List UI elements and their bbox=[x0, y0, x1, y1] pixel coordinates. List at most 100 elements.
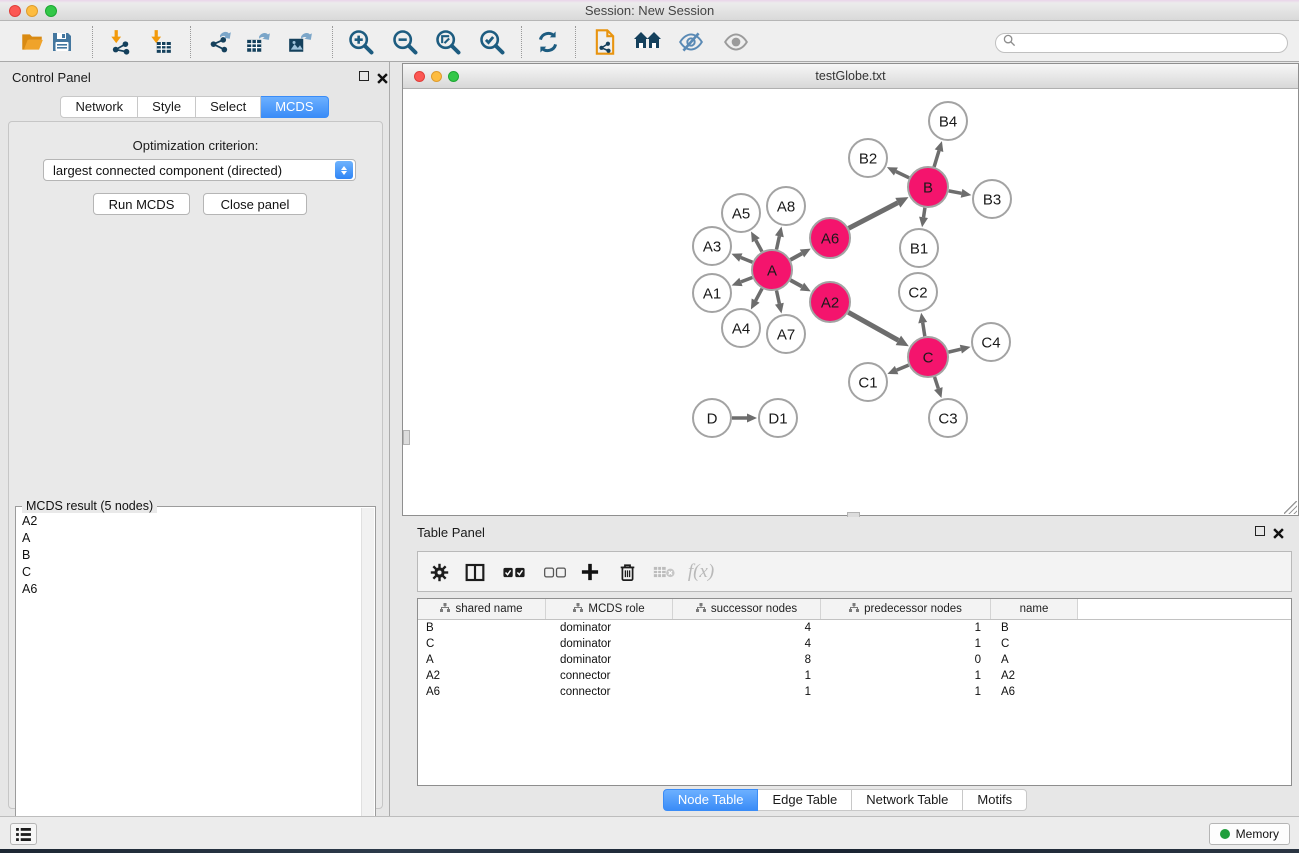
table-cell[interactable]: 4 bbox=[673, 622, 821, 634]
open-session-icon[interactable] bbox=[16, 26, 48, 58]
home-icon[interactable] bbox=[632, 26, 664, 58]
network-window-titlebar[interactable]: testGlobe.txt bbox=[403, 64, 1298, 89]
result-item[interactable]: A bbox=[22, 530, 360, 547]
graph-edge[interactable] bbox=[776, 291, 779, 304]
select-all-icon[interactable] bbox=[499, 558, 529, 586]
table-row[interactable]: Adominator80A bbox=[418, 652, 1291, 668]
table-tab-network-table[interactable]: Network Table bbox=[852, 789, 963, 811]
close-panel-button[interactable]: Close panel bbox=[203, 193, 307, 215]
close-panel-icon[interactable] bbox=[377, 71, 388, 82]
task-history-button[interactable] bbox=[10, 823, 37, 845]
tab-style[interactable]: Style bbox=[138, 96, 196, 118]
graph-edge[interactable] bbox=[949, 191, 962, 193]
graph-edge[interactable] bbox=[934, 151, 939, 167]
zoom-selected-icon[interactable] bbox=[476, 26, 508, 58]
graph-edge[interactable] bbox=[848, 312, 898, 340]
import-table-icon[interactable] bbox=[144, 26, 176, 58]
show-columns-icon[interactable] bbox=[460, 558, 490, 586]
tab-select[interactable]: Select bbox=[196, 96, 261, 118]
table-cell[interactable]: 1 bbox=[673, 670, 821, 682]
graph-edge[interactable] bbox=[935, 377, 939, 389]
hide-graphics-icon[interactable] bbox=[675, 26, 707, 58]
run-mcds-button[interactable]: Run MCDS bbox=[93, 193, 190, 215]
zoom-fit-icon[interactable] bbox=[432, 26, 464, 58]
table-options-gear-icon[interactable] bbox=[424, 558, 454, 586]
graph-edge[interactable] bbox=[741, 258, 753, 263]
result-item[interactable]: A6 bbox=[22, 581, 360, 598]
graph-edge[interactable] bbox=[849, 203, 898, 229]
window-resize-grip[interactable] bbox=[1284, 501, 1297, 514]
table-cell[interactable]: 1 bbox=[821, 638, 991, 650]
graph-edge[interactable] bbox=[896, 171, 909, 177]
table-cell[interactable]: dominator bbox=[546, 622, 673, 634]
refresh-icon[interactable] bbox=[532, 26, 564, 58]
column-header-predecessor-nodes[interactable]: predecessor nodes bbox=[821, 599, 991, 619]
graph-edge[interactable] bbox=[924, 208, 925, 218]
table-cell[interactable]: 1 bbox=[821, 622, 991, 634]
zoom-out-icon[interactable] bbox=[389, 26, 421, 58]
zoom-in-icon[interactable] bbox=[345, 26, 377, 58]
table-cell[interactable]: B bbox=[991, 622, 1078, 634]
graph-edge[interactable] bbox=[790, 253, 802, 259]
tab-mcds[interactable]: MCDS bbox=[261, 96, 328, 118]
table-row[interactable]: Cdominator41C bbox=[418, 636, 1291, 652]
table-cell[interactable]: C bbox=[418, 638, 546, 650]
graph-edge[interactable] bbox=[923, 323, 925, 337]
export-image-icon[interactable] bbox=[284, 26, 316, 58]
result-item[interactable]: C bbox=[22, 564, 360, 581]
table-cell[interactable]: B bbox=[418, 622, 546, 634]
export-network-icon[interactable] bbox=[204, 26, 236, 58]
table-cell[interactable]: A2 bbox=[991, 670, 1078, 682]
table-cell[interactable]: C bbox=[991, 638, 1078, 650]
result-item[interactable]: B bbox=[22, 547, 360, 564]
criterion-select[interactable]: largest connected component (directed) bbox=[43, 159, 356, 181]
delete-column-icon[interactable] bbox=[612, 558, 642, 586]
table-cell[interactable]: A bbox=[418, 654, 546, 666]
result-item[interactable]: A2 bbox=[22, 513, 360, 530]
table-row[interactable]: A6connector11A6 bbox=[418, 684, 1291, 700]
table-cell[interactable]: A2 bbox=[418, 670, 546, 682]
graph-edge[interactable] bbox=[948, 349, 960, 352]
graph-edge[interactable] bbox=[790, 280, 802, 286]
table-cell[interactable]: 1 bbox=[821, 686, 991, 698]
table-cell[interactable]: A bbox=[991, 654, 1078, 666]
tab-network[interactable]: Network bbox=[60, 96, 138, 118]
node-table-header[interactable]: shared nameMCDS rolesuccessor nodesprede… bbox=[418, 599, 1291, 620]
graph-edge[interactable] bbox=[776, 236, 779, 249]
float-panel-icon[interactable] bbox=[359, 71, 369, 81]
table-cell[interactable]: A6 bbox=[418, 686, 546, 698]
table-cell[interactable]: 1 bbox=[673, 686, 821, 698]
node-table[interactable]: shared nameMCDS rolesuccessor nodesprede… bbox=[417, 598, 1292, 786]
network-canvas[interactable]: B4B2BB3A8A5A6A3B1AA1C2A2A4A7C4CC1DD1C3 bbox=[403, 89, 1298, 515]
table-tab-edge-table[interactable]: Edge Table bbox=[758, 789, 852, 811]
mcds-result-list[interactable]: A2ABCA6 bbox=[16, 513, 360, 853]
graph-edge[interactable] bbox=[741, 278, 752, 282]
import-network-icon[interactable] bbox=[104, 26, 136, 58]
table-row[interactable]: A2connector11A2 bbox=[418, 668, 1291, 684]
table-cell[interactable]: A6 bbox=[991, 686, 1078, 698]
column-header-shared-name[interactable]: shared name bbox=[418, 599, 546, 619]
table-cell[interactable]: 4 bbox=[673, 638, 821, 650]
table-cell[interactable]: dominator bbox=[546, 654, 673, 666]
table-float-panel-icon[interactable] bbox=[1255, 526, 1265, 536]
column-header-successor-nodes[interactable]: successor nodes bbox=[673, 599, 821, 619]
search-input[interactable] bbox=[1016, 36, 1287, 50]
table-cell[interactable]: connector bbox=[546, 686, 673, 698]
memory-button[interactable]: Memory bbox=[1209, 823, 1290, 845]
open-session-file-icon[interactable] bbox=[589, 26, 621, 58]
table-cell[interactable]: connector bbox=[546, 670, 673, 682]
table-cell[interactable]: dominator bbox=[546, 638, 673, 650]
table-tab-node-table[interactable]: Node Table bbox=[663, 789, 759, 811]
table-cell[interactable]: 0 bbox=[821, 654, 991, 666]
graph-edge[interactable] bbox=[756, 289, 762, 301]
search-field[interactable] bbox=[995, 33, 1288, 53]
graph-edge[interactable] bbox=[756, 240, 762, 251]
table-cell[interactable]: 8 bbox=[673, 654, 821, 666]
table-row[interactable]: Bdominator41B bbox=[418, 620, 1291, 636]
split-handle-left[interactable] bbox=[403, 430, 410, 445]
column-header-MCDS-role[interactable]: MCDS role bbox=[546, 599, 673, 619]
table-tab-motifs[interactable]: Motifs bbox=[963, 789, 1027, 811]
export-table-icon[interactable] bbox=[242, 26, 274, 58]
table-cell[interactable]: 1 bbox=[821, 670, 991, 682]
show-graphics-icon[interactable] bbox=[720, 26, 752, 58]
